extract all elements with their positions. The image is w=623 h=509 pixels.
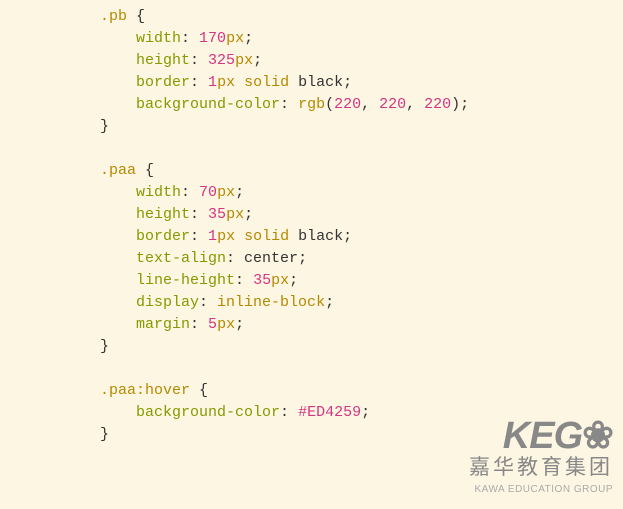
css-property: height [136,206,190,223]
css-unit: px [271,272,289,289]
css-property: width [136,30,181,47]
css-property: display [136,294,199,311]
css-function: rgb [298,96,325,113]
css-number: 35 [208,206,226,223]
css-unit: px [217,316,235,333]
css-property: border [136,228,190,245]
css-value: center [244,250,298,267]
brace-close: } [100,118,109,135]
css-unit: px [217,184,235,201]
brace-close: } [100,426,109,443]
css-property: background-color [136,404,280,421]
css-keyword: solid [244,74,289,91]
css-number: 1 [208,74,217,91]
css-property: background-color [136,96,280,113]
css-number: 325 [208,52,235,69]
css-property: width [136,184,181,201]
brace-open: { [199,382,208,399]
css-value: inline-block [217,294,325,311]
css-unit: px [217,228,235,245]
brace-open: { [145,162,154,179]
css-code-block: .pb { width: 170px; height: 325px; borde… [0,0,623,446]
watermark-cn: 嘉华教育集团 [469,457,613,479]
css-unit: px [235,52,253,69]
css-value: black [298,228,343,245]
css-unit: px [226,206,244,223]
css-property: margin [136,316,190,333]
selector: .paa:hover [100,382,190,399]
css-property: line-height [136,272,235,289]
css-number: 170 [199,30,226,47]
css-unit: px [226,30,244,47]
css-value: black [298,74,343,91]
brace-close: } [100,338,109,355]
css-number: 5 [208,316,217,333]
css-unit: px [217,74,235,91]
brace-open: { [136,8,145,25]
selector: .pb [100,8,127,25]
css-number: 35 [253,272,271,289]
css-property: text-align [136,250,226,267]
css-number: 70 [199,184,217,201]
css-number: 1 [208,228,217,245]
selector: .paa [100,162,136,179]
watermark-en: KAWA EDUCATION GROUP [469,479,613,501]
css-property: border [136,74,190,91]
css-property: height [136,52,190,69]
css-hex-color: #ED4259 [298,404,361,421]
css-keyword: solid [244,228,289,245]
